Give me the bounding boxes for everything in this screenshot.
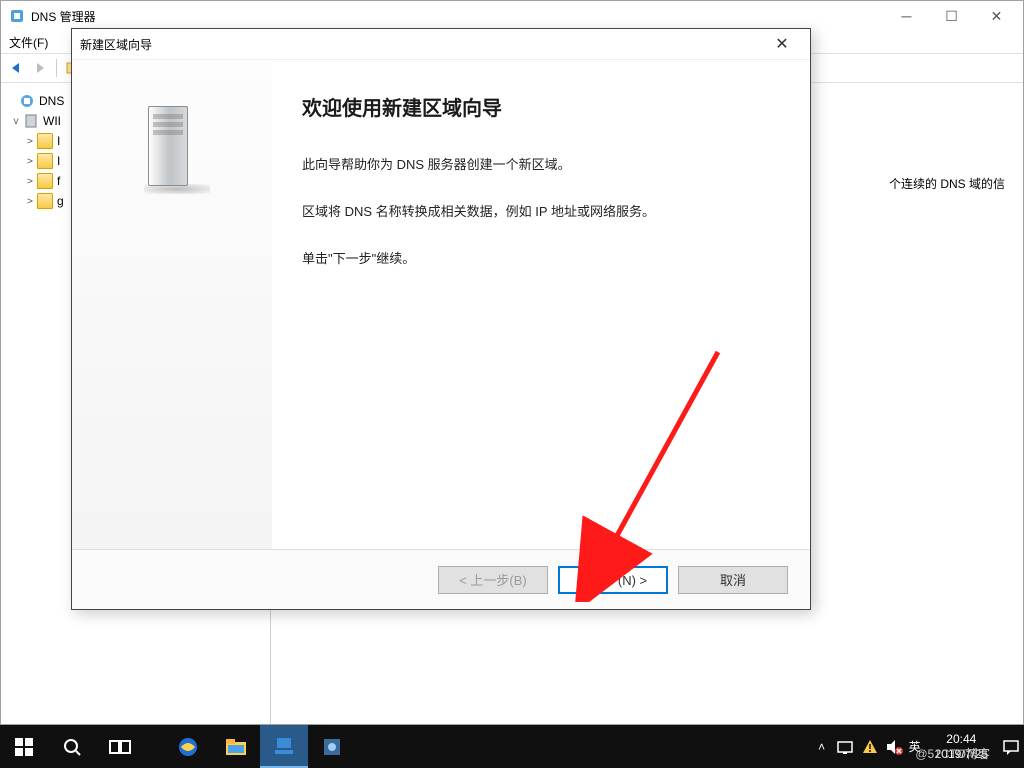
dialog-text-2: 区域将 DNS 名称转换成相关数据，例如 IP 地址或网络服务。 xyxy=(302,202,774,223)
system-tray: ˄ 英 20:44 2019/7/25 @51CTO博客 xyxy=(813,725,1024,768)
next-button[interactable]: 下一步(N) > xyxy=(558,566,668,594)
tree-server-label: WII xyxy=(43,114,61,128)
clock-time: 20:44 xyxy=(935,732,988,746)
dialog-footer: < 上一步(B) 下一步(N) > 取消 xyxy=(72,549,810,609)
close-button[interactable]: ✕ xyxy=(974,1,1019,31)
dialog-text-3: 单击"下一步"继续。 xyxy=(302,249,774,270)
content-hint: 个连续的 DNS 域的信 xyxy=(889,175,1005,192)
tray-volume-icon[interactable] xyxy=(885,738,903,756)
clock[interactable]: 20:44 2019/7/25 @51CTO博客 xyxy=(927,732,996,761)
tree-folder-label: I xyxy=(57,154,60,168)
search-button[interactable] xyxy=(48,725,96,768)
app-icon xyxy=(9,8,25,24)
tree-folder-label: g xyxy=(57,194,64,208)
back-button: < 上一步(B) xyxy=(438,566,548,594)
server-icon xyxy=(23,113,39,129)
folder-icon xyxy=(37,193,53,209)
minimize-button[interactable]: ─ xyxy=(884,1,929,31)
tree-folder-label: I xyxy=(57,134,60,148)
tray-overflow-icon[interactable]: ˄ xyxy=(813,738,831,756)
dialog-banner xyxy=(72,60,272,549)
nav-back-button[interactable] xyxy=(5,57,27,79)
tree-twisty-icon[interactable]: > xyxy=(23,136,37,147)
cancel-button[interactable]: 取消 xyxy=(678,566,788,594)
folder-icon xyxy=(37,153,53,169)
folder-icon xyxy=(37,133,53,149)
tree-folder-label: f xyxy=(57,174,60,188)
tree-twisty-icon[interactable]: > xyxy=(23,176,37,187)
action-center-icon[interactable] xyxy=(1002,738,1020,756)
tree-root-label: DNS xyxy=(39,94,64,108)
dialog-text-1: 此向导帮助你为 DNS 服务器创建一个新区域。 xyxy=(302,155,774,176)
tree-twisty-icon[interactable]: > xyxy=(23,196,37,207)
task-view-button[interactable] xyxy=(96,725,144,768)
watermark: @51CTO博客 xyxy=(915,747,990,761)
server-graphic-icon xyxy=(142,100,202,190)
taskbar-app-explorer[interactable] xyxy=(212,725,260,768)
maximize-button[interactable]: ☐ xyxy=(929,1,974,31)
folder-icon xyxy=(37,173,53,189)
titlebar: DNS 管理器 ─ ☐ ✕ xyxy=(1,1,1023,31)
taskbar-app-dns[interactable] xyxy=(308,725,356,768)
nav-forward-button[interactable] xyxy=(29,57,51,79)
start-button[interactable] xyxy=(0,725,48,768)
new-zone-wizard-dialog: 新建区域向导 ✕ 欢迎使用新建区域向导 此向导帮助你为 DNS 服务器创建一个新… xyxy=(71,28,811,610)
dialog-heading: 欢迎使用新建区域向导 xyxy=(302,92,774,121)
tray-network-icon[interactable] xyxy=(837,738,855,756)
taskbar-app-ie[interactable] xyxy=(164,725,212,768)
window-title: DNS 管理器 xyxy=(31,8,96,25)
tree-twisty-icon[interactable]: > xyxy=(23,156,37,167)
menu-file[interactable]: 文件(F) xyxy=(9,34,48,51)
taskbar-app-server-manager[interactable] xyxy=(260,725,308,768)
dialog-close-button[interactable]: ✕ xyxy=(762,34,802,54)
dns-icon xyxy=(19,93,35,109)
tray-warning-icon[interactable] xyxy=(861,738,879,756)
taskbar: ˄ 英 20:44 2019/7/25 @51CTO博客 xyxy=(0,725,1024,768)
dialog-content: 欢迎使用新建区域向导 此向导帮助你为 DNS 服务器创建一个新区域。 区域将 D… xyxy=(272,60,810,549)
dialog-titlebar[interactable]: 新建区域向导 ✕ xyxy=(72,29,810,59)
dialog-title: 新建区域向导 xyxy=(80,36,152,53)
tree-twisty-icon[interactable]: v xyxy=(9,116,23,127)
